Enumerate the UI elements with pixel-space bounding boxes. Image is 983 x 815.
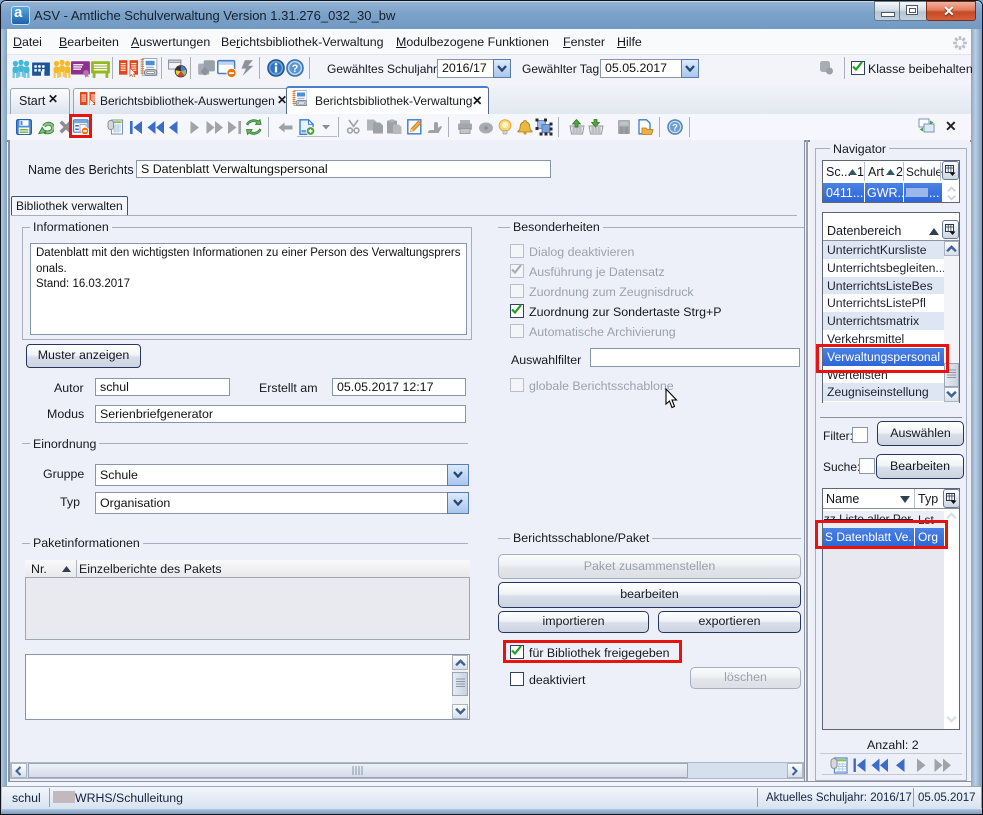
svg-text:?: ?: [292, 63, 299, 75]
svg-text:?: ?: [672, 122, 678, 133]
